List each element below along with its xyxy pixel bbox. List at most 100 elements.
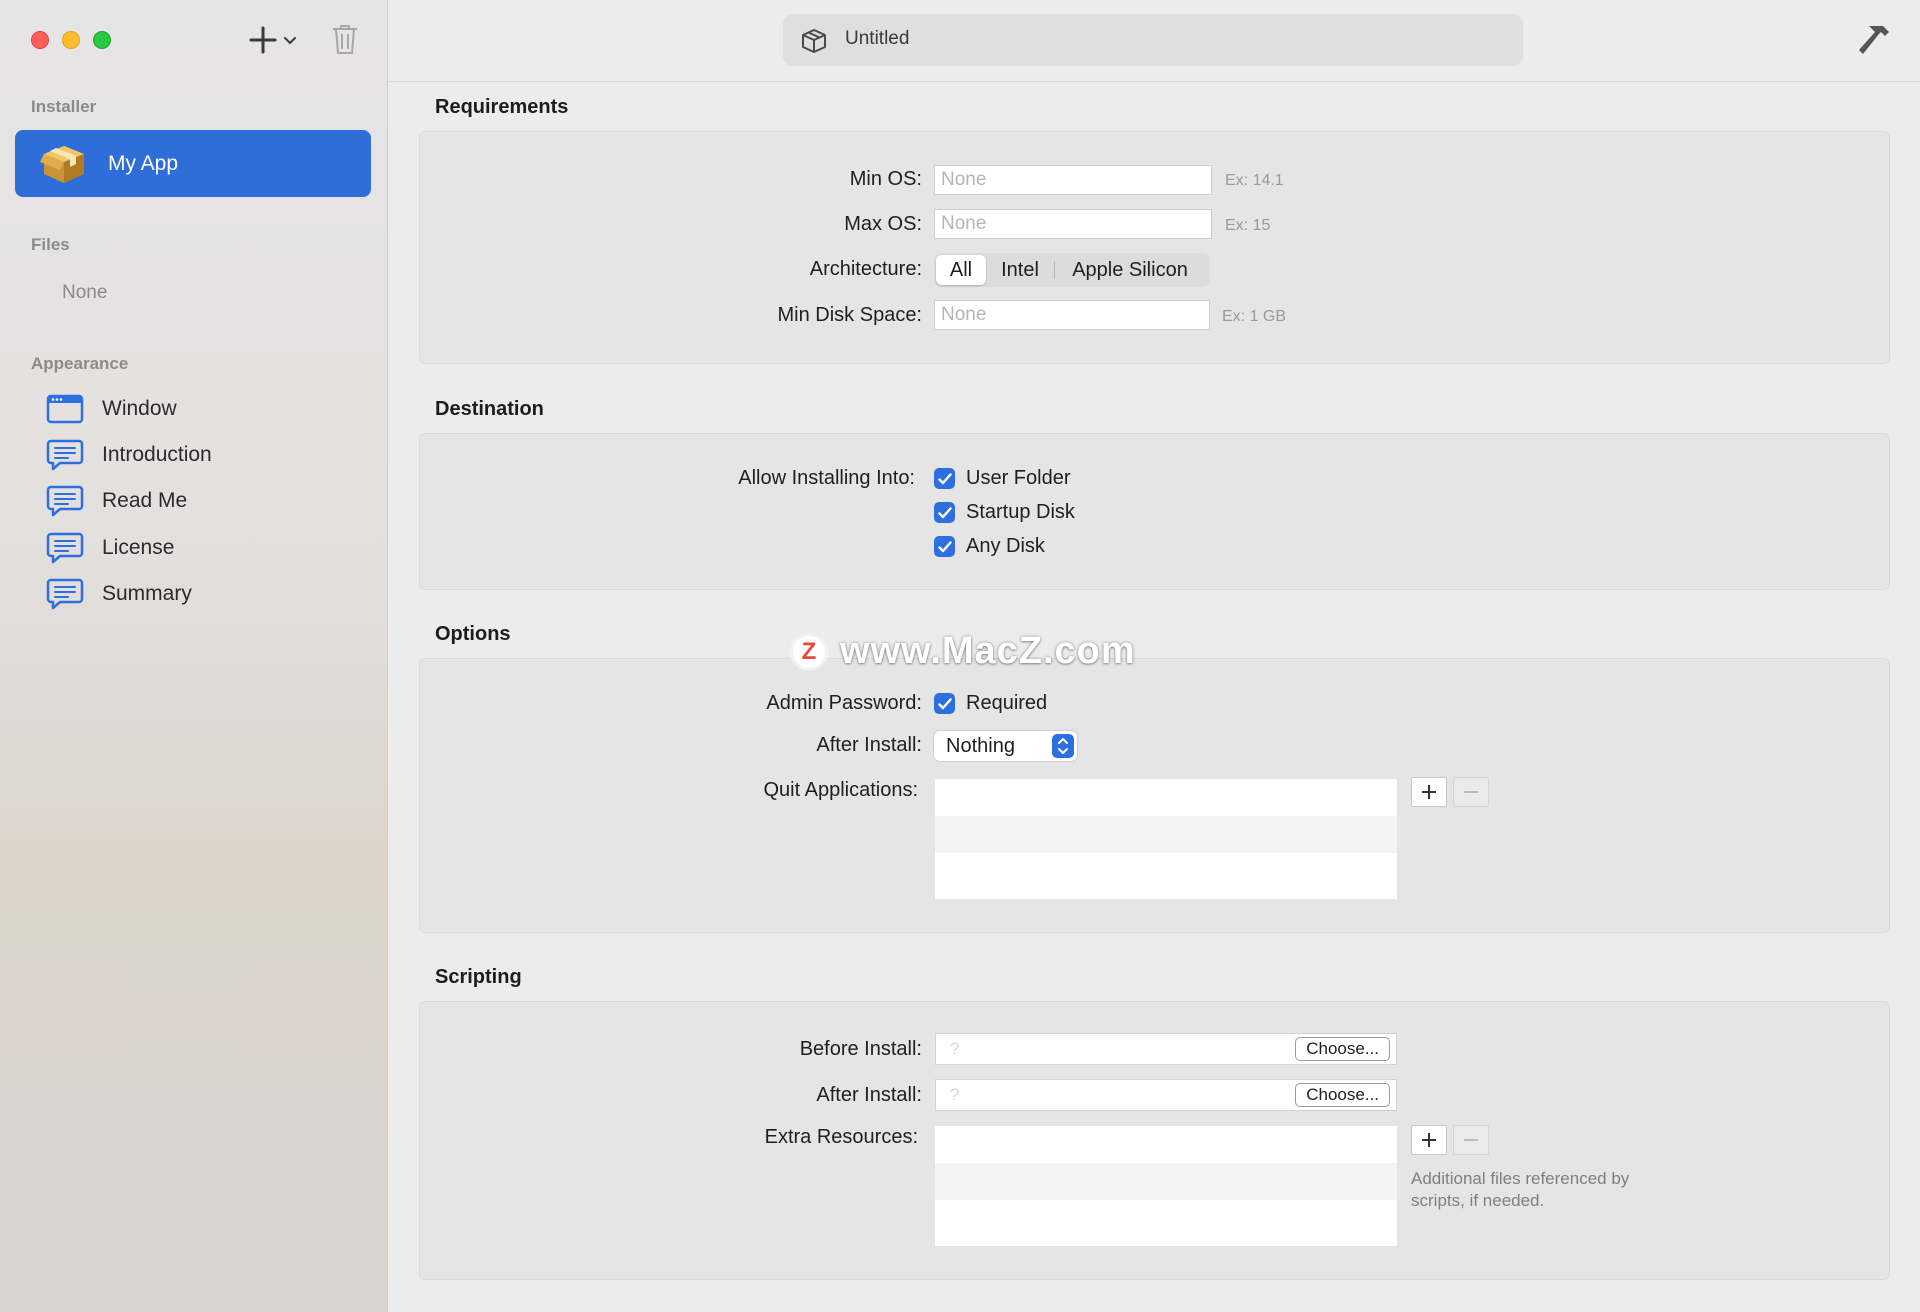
after-install-path-field[interactable]: ? Choose... [935,1079,1397,1111]
sidebar-item-label: License [102,536,175,559]
user-folder-checkbox[interactable]: User Folder [934,467,1070,490]
before-install-choose-button[interactable]: Choose... [1295,1037,1390,1061]
package-icon [40,146,84,183]
max-os-field[interactable]: None [934,209,1212,239]
after-install-label: After Install: [816,734,922,756]
sidebar-item-summary[interactable]: Summary [46,574,366,614]
plus-icon [1422,1133,1436,1147]
build-hammer-icon[interactable] [1855,20,1895,60]
extra-resources-list[interactable] [935,1126,1397,1246]
speech-bubble-icon [46,439,84,471]
minus-icon [1464,1139,1478,1141]
close-window-button[interactable] [31,31,49,49]
list-row [935,853,1397,890]
zoom-window-button[interactable] [93,31,111,49]
minus-icon [1464,791,1478,793]
plus-icon [1422,785,1436,799]
watermark: Z www.MacZ.com [790,630,1136,673]
extra-resources-label: Extra Resources: [764,1126,918,1148]
before-install-label: Before Install: [799,1038,922,1060]
window-icon [46,394,84,424]
quit-apps-remove-button[interactable] [1453,777,1489,807]
document-title: Untitled [845,28,910,49]
question-mark-icon: ? [950,1085,960,1104]
checkmark-icon [934,693,955,714]
allow-installing-into-label: Allow Installing Into: [738,467,915,489]
chevron-down-icon [284,37,296,45]
options-title: Options [435,623,511,645]
admin-password-checkbox[interactable]: Required [934,692,1047,715]
quit-applications-label: Quit Applications: [763,779,918,801]
extra-resources-note: Additional files referenced by scripts, … [1411,1169,1630,1210]
min-disk-space-label: Min Disk Space: [777,304,923,326]
sidebar-item-introduction[interactable]: Introduction [46,435,366,475]
before-install-path-field[interactable]: ? Choose... [935,1033,1397,1065]
min-disk-space-field[interactable]: None [934,300,1210,330]
checkbox-label: Required [966,692,1048,714]
quit-apps-add-button[interactable] [1411,777,1447,807]
sidebar-item-window[interactable]: Window [46,389,366,429]
speech-bubble-icon [46,578,84,610]
max-os-label: Max OS: [844,213,922,235]
destination-panel [419,433,1890,590]
delete-button[interactable] [330,22,360,58]
sidebar-item-label: My App [108,152,179,175]
speech-bubble-icon [46,485,84,517]
list-row [935,1163,1397,1200]
extra-resources-add-button[interactable] [1411,1125,1447,1155]
watermark-badge: Z [790,632,828,671]
sidebar-item-label: Introduction [102,443,212,466]
checkbox-label: Any Disk [966,535,1045,557]
package-outline-icon [802,29,826,53]
after-install-popup[interactable]: Nothing [934,731,1077,761]
min-os-field[interactable]: None [934,165,1212,195]
min-os-hint: Ex: 14.1 [1225,172,1284,189]
sidebar-item-label: Summary [102,582,192,605]
min-os-label: Min OS: [849,168,922,190]
popup-value: Nothing [946,735,1015,757]
checkmark-icon [934,502,955,523]
plus-icon [249,26,277,54]
sidebar-item-label: Window [102,397,177,420]
watermark-text: www.MacZ.com [840,630,1136,672]
toolbar [389,0,1920,82]
requirements-title: Requirements [435,96,569,118]
destination-title: Destination [435,398,544,420]
segment-all[interactable]: All [936,255,986,285]
checkmark-icon [934,468,955,489]
add-menu-button[interactable] [248,22,304,58]
appearance-section-header: Appearance [31,354,129,373]
checkmark-icon [934,536,955,557]
segment-intel[interactable]: Intel [986,255,1054,285]
sidebar: Installer My App Files None Appearance W… [0,0,388,1312]
after-install-choose-button[interactable]: Choose... [1295,1083,1390,1107]
architecture-segmented-control: All Intel Apple Silicon [934,253,1210,287]
sidebar-item-read-me[interactable]: Read Me [46,481,366,521]
startup-disk-checkbox[interactable]: Startup Disk [934,501,1075,524]
any-disk-checkbox[interactable]: Any Disk [934,535,1045,558]
list-row [935,1126,1397,1163]
speech-bubble-icon [46,532,84,564]
files-section-header: Files [31,235,70,254]
files-empty-label: None [62,282,108,303]
list-row [935,1200,1397,1237]
admin-password-label: Admin Password: [766,692,922,714]
question-mark-icon: ? [950,1039,960,1058]
list-row [935,779,1397,816]
segment-apple-silicon[interactable]: Apple Silicon [1055,255,1205,285]
sidebar-item-license[interactable]: License [46,528,366,568]
min-disk-space-hint: Ex: 1 GB [1222,308,1287,325]
trash-icon [333,25,357,54]
max-os-hint: Ex: 15 [1225,217,1271,234]
list-row [935,816,1397,853]
checkbox-label: Startup Disk [966,501,1075,523]
quit-applications-list[interactable] [935,779,1397,899]
checkbox-label: User Folder [966,467,1071,489]
minimize-window-button[interactable] [62,31,80,49]
sidebar-item-my-app[interactable]: My App [15,130,371,197]
installer-window: Installer My App Files None Appearance W… [0,0,1920,1312]
architecture-label: Architecture: [809,258,922,280]
extra-resources-remove-button[interactable] [1453,1125,1489,1155]
scripting-title: Scripting [435,966,522,988]
after-install-script-label: After Install: [816,1084,922,1106]
